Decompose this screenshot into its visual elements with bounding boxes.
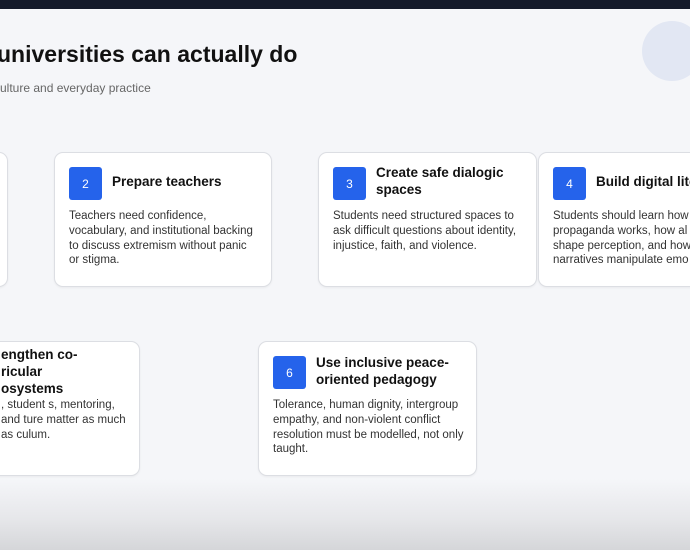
presentation-slide: universities can actually do ulture and … [0, 9, 690, 550]
slide-title: universities can actually do [0, 41, 298, 67]
card-body: Students need structured spaces to ask d… [333, 210, 517, 252]
card-body: Teachers need confidence, vocabulary, an… [69, 210, 253, 267]
card-safe-dialogic-spaces: 3 Create safe dialogic spaces Students n… [318, 152, 537, 287]
card-title: Create safe dialogic spaces [376, 165, 504, 197]
card-title: engthen co-ricular osystems [1, 347, 78, 396]
card-inclusive-pedagogy: 6 Use inclusive peace-oriented pedagogy … [258, 341, 477, 476]
card-body: Students should learn how propaganda wor… [553, 210, 690, 267]
card-number-badge: 2 [69, 167, 102, 200]
card-body: Tolerance, human dignity, intergroup emp… [273, 399, 464, 456]
window-top-bar [0, 0, 690, 9]
decorative-circle [642, 21, 690, 81]
card-co-curricular-ecosystems: engthen co-ricular osystems , student s,… [0, 341, 140, 476]
card-digital-literacy: 4 Build digital lite Students should lea… [538, 152, 690, 287]
card-body: , student s, mentoring, and ture matter … [1, 399, 126, 441]
card-1-partial [0, 152, 8, 287]
card-number-badge: 3 [333, 167, 366, 200]
card-number-badge: 4 [553, 167, 586, 200]
slide-subtitle: ulture and everyday practice [0, 81, 151, 95]
card-number-badge: 6 [273, 356, 306, 389]
card-title: Prepare teachers [112, 174, 222, 189]
card-title: Build digital lite [596, 174, 690, 189]
card-prepare-teachers: 2 Prepare teachers Teachers need confide… [54, 152, 272, 287]
card-title: Use inclusive peace-oriented pedagogy [316, 355, 449, 387]
